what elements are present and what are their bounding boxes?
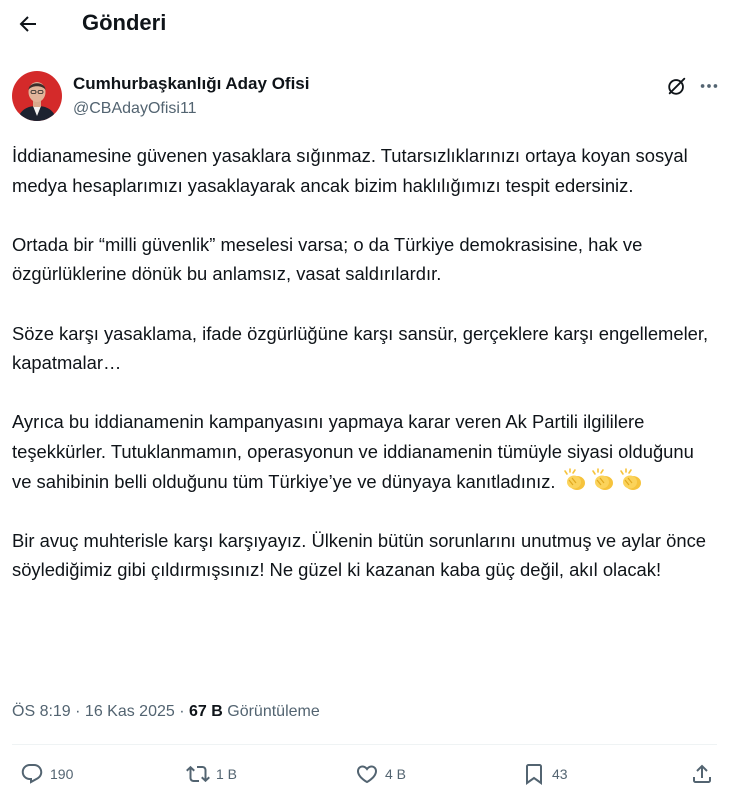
clapping-hands-emoji-group [561,467,645,492]
arrow-left-icon [19,16,36,32]
reply-count: 190 [50,766,74,782]
tweet-text: İddianamesine güvenen yasaklara sığınmaz… [12,141,712,585]
bookmark-count: 43 [552,766,568,782]
author-name[interactable]: Cumhurbaşkanlığı Aday Ofisi [73,73,309,95]
meta-separator: · [174,703,189,720]
like-button[interactable]: 4 B [355,758,406,790]
more-button[interactable] [696,73,722,99]
divider [12,744,717,745]
page-title: Gönderi [82,10,167,35]
clapping-hands-icon [619,467,641,490]
share-icon [693,764,711,783]
avatar[interactable] [12,71,62,121]
bookmark-icon [526,764,542,785]
tweet-paragraph: Söze karşı yasaklama, ifade özgürlüğüne … [12,322,709,374]
repost-count: 1 B [216,766,238,782]
like-count: 4 B [385,766,407,782]
grok-button[interactable] [664,73,690,99]
view-label: Görüntüleme [227,703,320,720]
repost-icon [186,765,210,783]
grok-icon [668,77,686,95]
clapping-hands-icon [563,467,585,490]
clapping-hands-icon [591,467,613,490]
action-bar: 190 1 B 4 B 43 [0,758,729,790]
back-button[interactable] [12,8,44,40]
tweet-time[interactable]: ÖS 8:19 [12,703,71,720]
view-count: 67 B [189,703,223,720]
tweet-paragraph: Bir avuç muhterisle karşı karşıyayız. Ül… [12,529,707,581]
repost-button[interactable]: 1 B [186,758,237,790]
bookmark-button[interactable]: 43 [522,758,568,790]
author-row: Cumhurbaşkanlığı Aday Ofisi @CBAdayOfisi… [12,70,718,124]
more-icon [700,84,718,88]
author-handle[interactable]: @CBAdayOfisi11 [73,98,197,120]
top-bar: Gönderi [0,0,729,50]
share-button[interactable] [690,758,714,790]
reply-button[interactable]: 190 [20,758,73,790]
tweet-meta: ÖS 8:19 · 16 Kas 2025 · 67 B Görüntüleme [12,701,320,723]
tweet-paragraph: İddianamesine güvenen yasaklara sığınmaz… [12,145,688,196]
tweet-date[interactable]: 16 Kas 2025 [85,703,175,720]
reply-icon [21,764,43,784]
heart-icon [356,765,378,784]
tweet-paragraph-with-emoji: Ayrıca bu iddianamenin kampanyasını yapm… [12,407,712,496]
tweet-paragraph: Ortada bir “milli güvenlik” meselesi var… [12,233,643,285]
meta-separator: · [70,703,85,720]
